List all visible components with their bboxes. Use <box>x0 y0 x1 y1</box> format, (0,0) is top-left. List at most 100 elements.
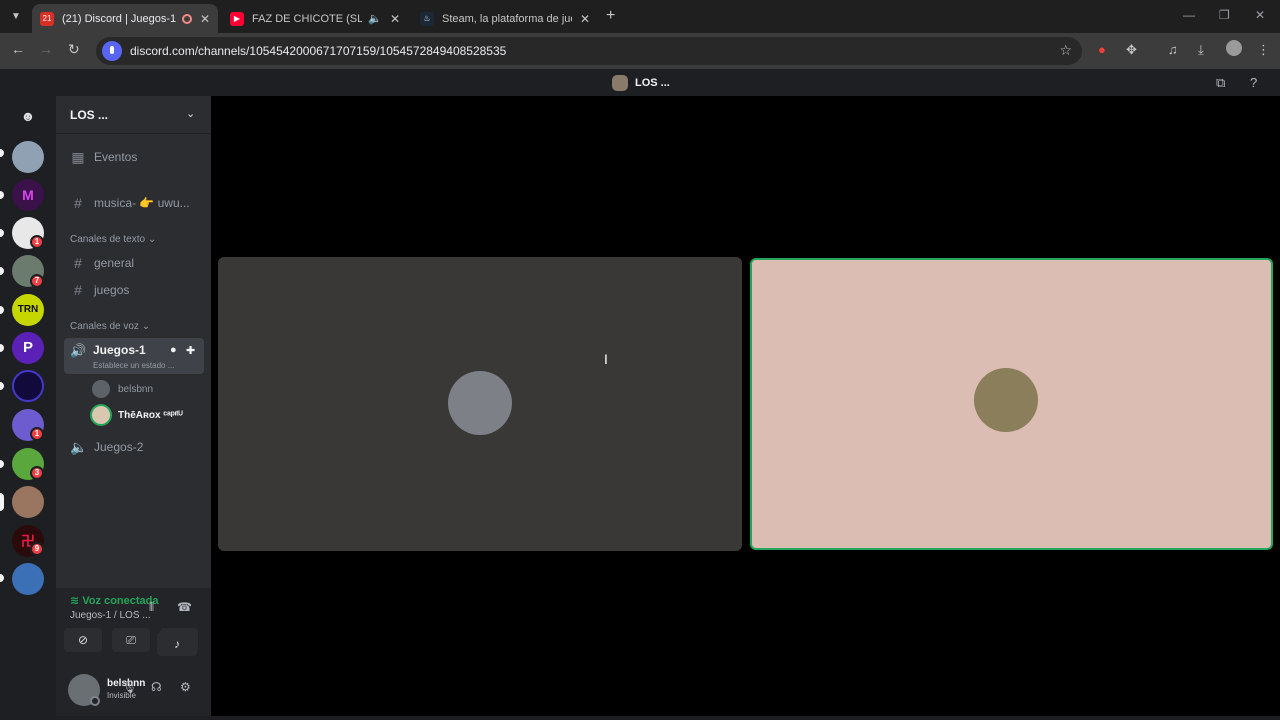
tab-search-chevron-icon[interactable]: ▼ <box>6 7 26 27</box>
extension-red-icon[interactable]: ● <box>1098 42 1106 57</box>
tab-close-icon[interactable]: ✕ <box>580 12 590 26</box>
voice-channel-juegos-1[interactable]: 🔊 Juegos-1 Establece un estado ... ● ✚ <box>64 338 204 374</box>
discord-favicon-icon: 21 <box>40 11 54 26</box>
inbox-icon[interactable]: ⧉ <box>1216 75 1225 91</box>
tab-title: Steam, la plataforma de juegos <box>442 12 572 25</box>
mention-badge: 1 <box>30 235 44 249</box>
screen-share-button[interactable]: ⎚ <box>112 628 150 652</box>
forward-arrow-icon[interactable]: → <box>39 41 53 57</box>
chevron-down-icon: ⌄ <box>147 234 157 245</box>
browser-toolbar: ← → ↻ discord.com/channels/1054542000671… <box>0 33 1280 69</box>
channel-musica[interactable]: # musica- 👉 uwu... <box>64 191 204 215</box>
close-window-icon[interactable]: ✕ <box>1255 8 1265 22</box>
help-icon[interactable]: ? <box>1250 75 1257 90</box>
window-title: LOS ... <box>612 75 670 91</box>
soundboard-icon[interactable]: ♪ <box>157 632 197 656</box>
server-list: ☻ M 1 7 TRN P 1 3 卍 9 <box>0 96 56 720</box>
mention-badge: 9 <box>30 542 44 556</box>
server-icon[interactable]: P <box>12 332 44 364</box>
site-mic-icon[interactable] <box>102 41 122 61</box>
profile-avatar[interactable] <box>1226 40 1242 56</box>
unread-pill <box>0 191 4 199</box>
browser-menu-icon[interactable]: ⋮ <box>1257 42 1270 58</box>
microphone-icon[interactable]: 🎙 <box>122 680 137 694</box>
server-icon[interactable] <box>12 563 44 595</box>
server-icon[interactable]: TRN <box>12 294 44 326</box>
download-icon[interactable]: ⤓ <box>1198 42 1204 58</box>
new-tab-plus-icon[interactable]: + <box>606 7 615 25</box>
restore-icon[interactable]: ❐ <box>1219 8 1230 22</box>
taskbar-edge <box>0 716 1280 720</box>
voice-stage: I <box>211 96 1280 720</box>
disconnect-icon[interactable]: ☎ <box>177 600 192 614</box>
unread-pill <box>0 344 4 352</box>
hash-icon: # <box>74 255 82 271</box>
voice-member[interactable]: belsbnn <box>92 378 153 400</box>
hash-icon: # <box>74 195 82 211</box>
server-icon[interactable] <box>12 370 44 402</box>
unread-pill <box>0 382 4 390</box>
reload-icon[interactable]: ↻ <box>68 41 80 58</box>
server-icon[interactable] <box>12 141 44 173</box>
tab-close-icon[interactable]: ✕ <box>200 12 210 26</box>
avatar <box>92 380 110 398</box>
chat-bubble-icon[interactable]: ● <box>170 344 177 356</box>
hash-icon: # <box>74 282 82 298</box>
unread-pill <box>0 267 4 275</box>
chevron-down-icon[interactable]: ⌄ <box>186 107 195 120</box>
selected-pill <box>0 493 4 511</box>
voice-member-speaking[interactable]: ThēAʀox ᶜᵃᵖᶦᵗᵁ <box>92 404 183 426</box>
invite-member-icon[interactable]: ✚ <box>186 344 195 357</box>
youtube-favicon-icon: ▶ <box>230 11 244 26</box>
discord-home-icon[interactable]: ☻ <box>12 100 44 132</box>
server-icon <box>612 75 628 91</box>
participant-avatar <box>448 371 512 435</box>
participant-avatar <box>974 368 1038 432</box>
recording-icon <box>181 13 192 24</box>
address-bar[interactable]: discord.com/channels/1054542000671707159… <box>96 37 1082 65</box>
unread-pill <box>0 229 4 237</box>
camera-off-button[interactable]: ⊘ <box>64 628 102 652</box>
tab-discord[interactable]: 21 (21) Discord | Juegos-1 | LOS ✕ <box>32 4 218 33</box>
steam-favicon-icon: ♨ <box>420 11 434 26</box>
participant-tile[interactable] <box>218 257 742 551</box>
tab-steam[interactable]: ♨ Steam, la plataforma de juegos ✕ <box>412 4 598 33</box>
voice-location[interactable]: Juegos-1 / LOS ... <box>70 610 151 621</box>
server-icon[interactable] <box>12 486 44 518</box>
media-control-icon[interactable]: ♫ <box>1168 42 1178 57</box>
voice-channel-status[interactable]: Establece un estado ... <box>93 361 174 370</box>
browser-tabbar: ▼ 21 (21) Discord | Juegos-1 | LOS ✕ ▶ F… <box>0 0 1280 33</box>
events-item[interactable]: ▦ Eventos <box>64 145 204 169</box>
noise-suppression-icon[interactable]: ⫴ <box>149 600 154 615</box>
signal-icon: ≋ <box>70 595 80 607</box>
server-icon[interactable]: M <box>12 179 44 211</box>
mention-badge: 3 <box>30 466 44 480</box>
server-name: LOS ... <box>70 108 109 122</box>
channel-sidebar: LOS ... ⌄ ▦ Eventos # musica- 👉 uwu... C… <box>56 96 211 720</box>
bookmark-star-icon[interactable]: ☆ <box>1059 42 1072 59</box>
speaker-icon: 🔈 <box>70 438 88 455</box>
server-header[interactable]: LOS ... ⌄ <box>56 96 211 134</box>
url-text[interactable]: discord.com/channels/1054542000671707159… <box>130 44 506 58</box>
avatar <box>92 406 110 424</box>
speaker-icon: 🔊 <box>70 343 87 358</box>
mention-badge: 1 <box>30 427 44 441</box>
voice-channel-juegos-2[interactable]: 🔈 Juegos-2 <box>64 435 204 459</box>
discord-titlebar: LOS ... ⧉ ? <box>0 69 1280 96</box>
minimize-icon[interactable]: — <box>1183 8 1195 22</box>
voice-connected-status[interactable]: ≋ Voz conectada <box>70 594 159 607</box>
channel-juegos[interactable]: # juegos <box>64 278 204 302</box>
tab-audio-icon[interactable]: 🔈 <box>368 12 382 25</box>
tab-close-icon[interactable]: ✕ <box>390 12 400 26</box>
settings-gear-icon[interactable]: ⚙ <box>180 680 191 694</box>
participant-tile-speaking[interactable] <box>750 258 1273 550</box>
channel-general[interactable]: # general <box>64 251 204 275</box>
text-cursor-icon: I <box>604 351 608 367</box>
category-text[interactable]: Canales de texto ⌄ <box>70 234 156 245</box>
chevron-down-icon: ⌄ <box>141 321 151 332</box>
category-voice[interactable]: Canales de voz ⌄ <box>70 321 150 332</box>
extensions-puzzle-icon[interactable]: ✥ <box>1126 42 1137 58</box>
headphones-icon[interactable]: ☊ <box>151 680 162 694</box>
tab-youtube[interactable]: ▶ FAZ DE CHICOTE (SLOWED) 🔈 ✕ <box>222 4 408 33</box>
back-arrow-icon[interactable]: ← <box>11 41 25 57</box>
